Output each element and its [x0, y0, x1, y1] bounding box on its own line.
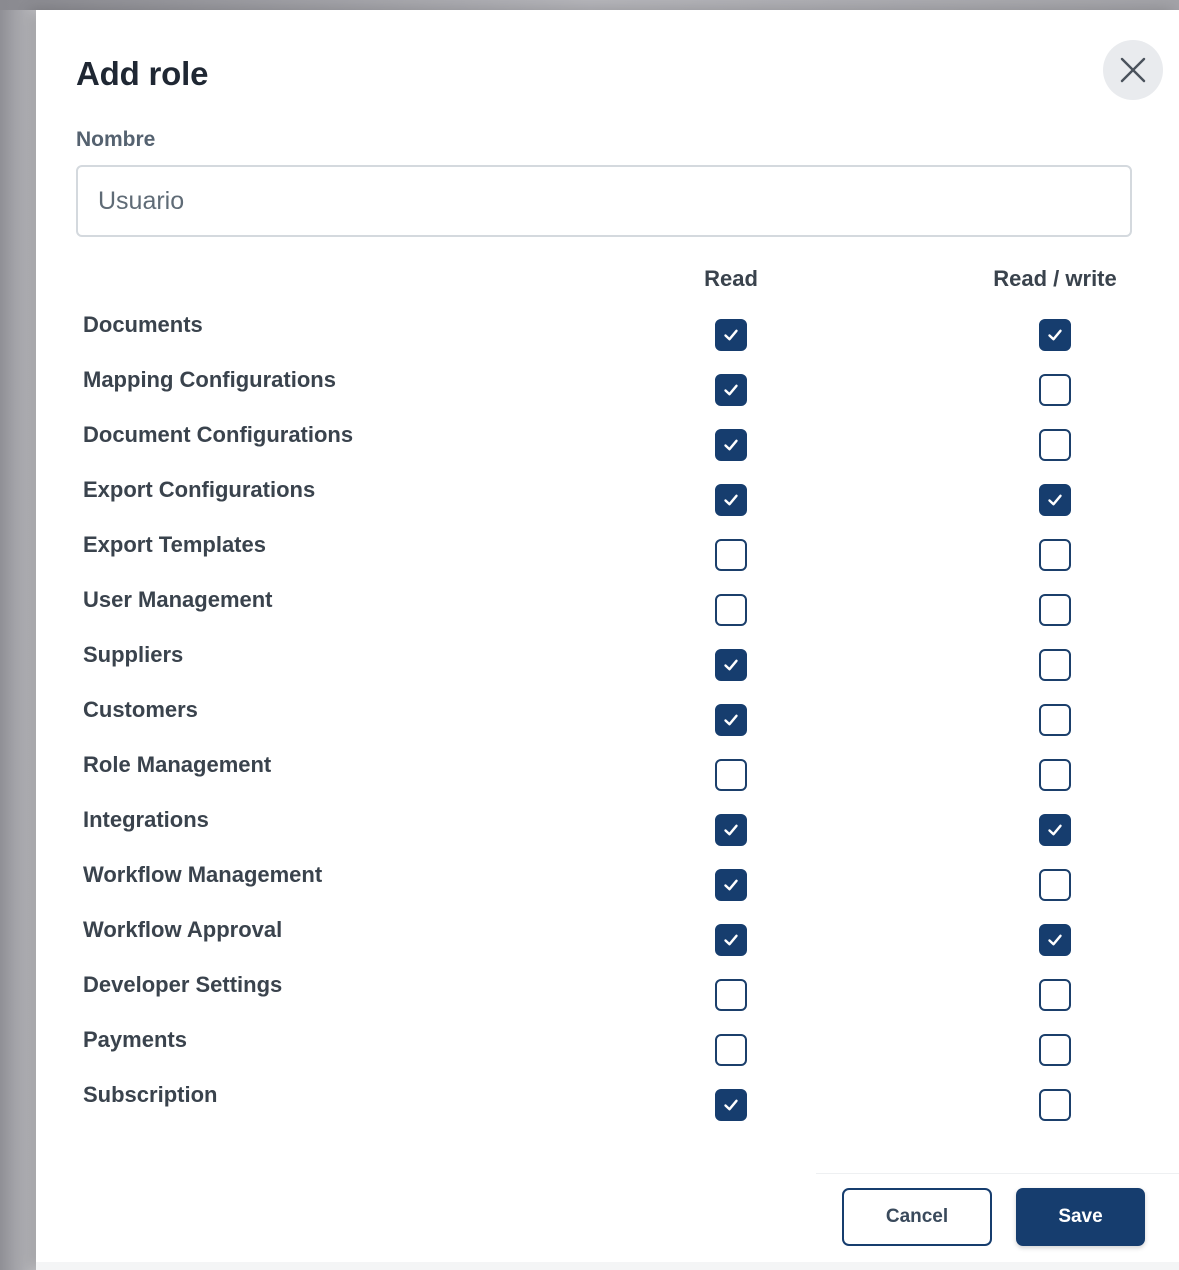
checkmark-icon	[724, 879, 738, 891]
checkmark-icon	[724, 384, 738, 396]
permission-row: Export Configurations	[36, 470, 1179, 525]
permission-label: Suppliers	[83, 642, 184, 667]
permission-row: Integrations	[36, 800, 1179, 855]
read-checkbox[interactable]	[715, 759, 747, 791]
save-button[interactable]: Save	[1016, 1188, 1145, 1246]
read-write-checkbox[interactable]	[1039, 1034, 1071, 1066]
permission-row: Subscription	[36, 1075, 1179, 1130]
read-write-checkbox[interactable]	[1039, 649, 1071, 681]
read-checkbox[interactable]	[715, 1034, 747, 1066]
permission-row: Customers	[36, 690, 1179, 745]
permission-label: Export Templates	[83, 532, 266, 557]
read-checkbox[interactable]	[715, 429, 747, 461]
read-checkbox[interactable]	[715, 319, 747, 351]
permission-row: Mapping Configurations	[36, 360, 1179, 415]
permission-row: Export Templates	[36, 525, 1179, 580]
close-icon	[1120, 57, 1146, 83]
cancel-button[interactable]: Cancel	[842, 1188, 992, 1246]
read-write-checkbox[interactable]	[1039, 429, 1071, 461]
read-write-checkbox[interactable]	[1039, 759, 1071, 791]
read-write-checkbox[interactable]	[1039, 869, 1071, 901]
checkmark-icon	[724, 494, 738, 506]
read-checkbox[interactable]	[715, 924, 747, 956]
add-role-dialog: Add role Nombre Read Read / write Docume…	[36, 10, 1179, 1270]
read-write-checkbox[interactable]	[1039, 319, 1071, 351]
checkmark-icon	[724, 659, 738, 671]
read-write-checkbox[interactable]	[1039, 594, 1071, 626]
column-header-read-write: Read / write	[993, 266, 1117, 291]
dialog-title: Add role	[76, 55, 209, 92]
name-field-label: Nombre	[76, 128, 156, 151]
permission-label: Export Configurations	[83, 477, 316, 502]
checkmark-icon	[724, 329, 738, 341]
column-header-read: Read	[704, 266, 758, 291]
read-write-checkbox[interactable]	[1039, 484, 1071, 516]
permission-row: Documents	[36, 305, 1179, 360]
read-checkbox[interactable]	[715, 1089, 747, 1121]
permission-label: Document Configurations	[83, 422, 354, 447]
read-checkbox[interactable]	[715, 374, 747, 406]
read-write-checkbox[interactable]	[1039, 979, 1071, 1011]
read-write-checkbox[interactable]	[1039, 704, 1071, 736]
permission-row: Role Management	[36, 745, 1179, 800]
checkmark-icon	[1048, 824, 1062, 836]
permission-label: Subscription	[83, 1082, 218, 1107]
permission-label: User Management	[83, 587, 273, 612]
checkmark-icon	[724, 439, 738, 451]
permission-label: Workflow Approval	[83, 917, 283, 942]
permission-row: Document Configurations	[36, 415, 1179, 470]
permissions-list: Documents Mapping Configurations Document …	[36, 305, 1179, 1130]
permission-label: Customers	[83, 697, 198, 722]
permission-label: Mapping Configurations	[83, 367, 336, 392]
permission-label: Integrations	[83, 807, 209, 832]
backdrop	[0, 0, 1179, 10]
close-button[interactable]	[1103, 40, 1163, 100]
read-write-checkbox[interactable]	[1039, 539, 1071, 571]
read-checkbox[interactable]	[715, 594, 747, 626]
checkmark-icon	[1048, 494, 1062, 506]
footer-divider	[816, 1173, 1179, 1174]
permission-label: Documents	[83, 312, 203, 337]
permission-row: Workflow Management	[36, 855, 1179, 910]
permission-row: Payments	[36, 1020, 1179, 1075]
permission-label: Role Management	[83, 752, 272, 777]
read-write-checkbox[interactable]	[1039, 814, 1071, 846]
read-checkbox[interactable]	[715, 649, 747, 681]
checkmark-icon	[724, 1099, 738, 1111]
read-checkbox[interactable]	[715, 869, 747, 901]
read-checkbox[interactable]	[715, 979, 747, 1011]
read-checkbox[interactable]	[715, 484, 747, 516]
checkmark-icon	[724, 824, 738, 836]
name-input[interactable]	[76, 165, 1132, 237]
permission-row: Workflow Approval	[36, 910, 1179, 965]
permission-label: Payments	[83, 1027, 187, 1052]
read-checkbox[interactable]	[715, 704, 747, 736]
checkmark-icon	[724, 934, 738, 946]
permission-row: Suppliers	[36, 635, 1179, 690]
permission-label: Developer Settings	[83, 972, 283, 997]
checkmark-icon	[1048, 934, 1062, 946]
read-write-checkbox[interactable]	[1039, 374, 1071, 406]
read-write-checkbox[interactable]	[1039, 924, 1071, 956]
permission-row: User Management	[36, 580, 1179, 635]
read-write-checkbox[interactable]	[1039, 1089, 1071, 1121]
checkmark-icon	[1048, 329, 1062, 341]
permission-label: Workflow Management	[83, 862, 323, 887]
read-checkbox[interactable]	[715, 539, 747, 571]
read-checkbox[interactable]	[715, 814, 747, 846]
checkmark-icon	[724, 714, 738, 726]
dialog-bottom-edge	[36, 1262, 1179, 1270]
permission-row: Developer Settings	[36, 965, 1179, 1020]
